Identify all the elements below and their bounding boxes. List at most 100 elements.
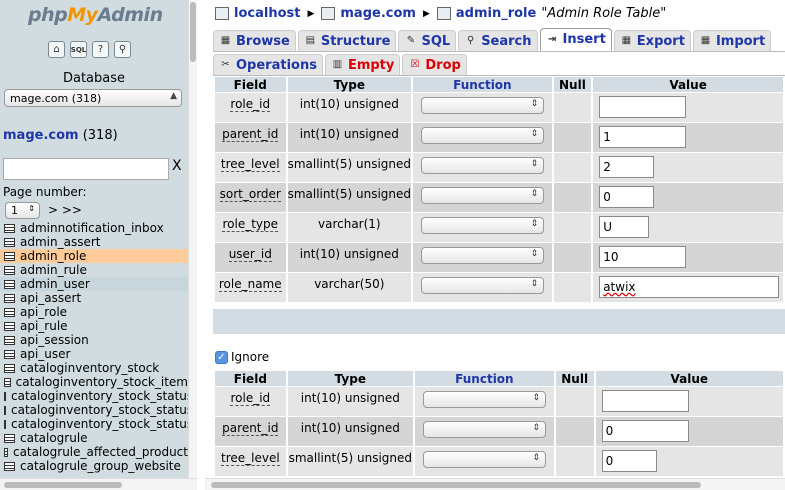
tab-browse[interactable]: ▦ Browse	[213, 30, 296, 51]
value-input[interactable]: 0	[601, 420, 689, 442]
sidebar-table-name[interactable]: api_user	[20, 347, 70, 361]
table-icon[interactable]	[4, 377, 11, 387]
function-select[interactable]: ⇕	[421, 157, 545, 174]
sidebar-table-name[interactable]: cataloginventory_stock_status	[11, 389, 188, 403]
sidebar-table-item[interactable]: catalogrule	[0, 431, 188, 445]
sidebar-table-name[interactable]: admin_assert	[20, 235, 100, 249]
sidebar-table-item[interactable]: admin_role	[0, 249, 188, 263]
sidebar-table-item[interactable]: admin_rule	[0, 263, 188, 277]
sidebar-table-item[interactable]: api_session	[0, 333, 188, 347]
function-select[interactable]: ⇕	[421, 217, 545, 234]
value-input[interactable]: atwix	[599, 276, 780, 298]
sidebar-table-name[interactable]: cataloginventory_stock_status	[11, 403, 188, 417]
sidebar-table-name[interactable]: admin_role	[20, 249, 86, 263]
tab-export[interactable]: ▦ Export	[613, 30, 691, 51]
table-icon[interactable]	[4, 405, 6, 415]
sidebar-table-item[interactable]: api_user	[0, 347, 188, 361]
sidebar-table-item[interactable]: api_assert	[0, 291, 188, 305]
sidebar-table-item[interactable]: cataloginventory_stock	[0, 361, 188, 375]
tab-search[interactable]: ⚲ Search	[458, 30, 538, 51]
function-select[interactable]: ⇕	[421, 97, 545, 114]
table-icon[interactable]	[4, 391, 6, 401]
table-icon[interactable]	[4, 279, 15, 289]
breadcrumb-table[interactable]: admin_role	[456, 6, 536, 21]
sidebar-table-name[interactable]: admin_rule	[20, 263, 87, 277]
sidebar-table-item[interactable]: cataloginventory_stock_status	[0, 417, 188, 431]
function-select[interactable]: ⇕	[422, 391, 546, 408]
sidebar-table-item[interactable]: adminnotification_inbox	[0, 221, 188, 235]
sidebar-table-name[interactable]: cataloginventory_stock_item	[16, 375, 188, 389]
table-icon[interactable]	[4, 433, 15, 443]
scroll-thumb[interactable]	[4, 482, 122, 488]
function-select[interactable]: ⇕	[421, 277, 545, 294]
sidebar-table-name[interactable]: adminnotification_inbox	[20, 221, 164, 235]
table-icon[interactable]	[4, 265, 15, 275]
table-icon[interactable]	[4, 447, 8, 457]
sidebar-table-name[interactable]: admin_user	[20, 277, 90, 291]
function-select[interactable]: ⇕	[421, 187, 545, 204]
value-input[interactable]: 0	[599, 186, 655, 208]
page-next-link[interactable]: > >>	[48, 203, 82, 217]
clear-filter-button[interactable]: X	[172, 158, 182, 174]
sidebar-table-item[interactable]: admin_user	[0, 277, 188, 291]
function-select[interactable]: ⇕	[422, 421, 546, 438]
value-input[interactable]: 10	[599, 246, 687, 268]
database-link[interactable]: mage.com (318)	[3, 128, 118, 143]
value-input[interactable]: 2	[599, 156, 655, 178]
value-input[interactable]	[599, 96, 687, 118]
page-number-select[interactable]: 1 ⇕	[5, 202, 40, 219]
value-input[interactable]: 1	[599, 126, 687, 148]
sidebar-table-item[interactable]: api_role	[0, 305, 188, 319]
sidebar-table-item[interactable]: cataloginventory_stock_item	[0, 375, 188, 389]
help-icon[interactable]: ?	[92, 41, 109, 58]
database-select[interactable]: mage.com (318) ▲	[4, 89, 182, 107]
sidebar-table-name[interactable]: cataloginventory_stock_status	[11, 417, 188, 431]
sidebar-table-item[interactable]: cataloginventory_stock_status	[0, 389, 188, 403]
table-icon[interactable]	[4, 321, 15, 331]
sidebar-table-name[interactable]: api_rule	[20, 319, 68, 333]
sidebar-table-item[interactable]: catalogrule_affected_product	[0, 445, 188, 459]
table-icon[interactable]	[4, 293, 15, 303]
table-icon[interactable]	[4, 251, 15, 261]
sidebar-table-item[interactable]: catalogrule_group_website	[0, 459, 188, 473]
table-icon[interactable]	[4, 237, 15, 247]
sidebar-table-name[interactable]: catalogrule	[20, 431, 88, 445]
phpmyadmin-logo[interactable]: phpMyAdmin	[28, 4, 163, 26]
value-input[interactable]	[601, 390, 689, 412]
table-icon[interactable]	[4, 419, 6, 429]
table-icon[interactable]	[4, 461, 15, 471]
header-function[interactable]: Function	[414, 371, 554, 386]
ignore-checkbox-row[interactable]: ✓ Ignore	[215, 350, 269, 364]
sidebar-vertical-scrollbar[interactable]	[188, 0, 197, 478]
tab-insert[interactable]: ⇥ Insert	[539, 28, 612, 51]
breadcrumb-server[interactable]: localhost	[234, 6, 300, 21]
scroll-thumb[interactable]	[190, 2, 196, 62]
home-icon[interactable]: ⌂	[48, 41, 65, 58]
tab-sql[interactable]: ✎ SQL	[398, 30, 457, 51]
docs-icon[interactable]: ⚲	[114, 41, 131, 58]
sql-query-icon[interactable]: SQL	[70, 41, 87, 58]
sidebar-table-name[interactable]: api_role	[20, 305, 67, 319]
table-icon[interactable]	[4, 363, 15, 373]
scroll-thumb[interactable]	[211, 482, 701, 488]
sidebar-table-name[interactable]: api_session	[20, 333, 89, 347]
table-icon[interactable]	[4, 349, 15, 359]
table-icon[interactable]	[4, 223, 15, 233]
sidebar-table-item[interactable]: cataloginventory_stock_status	[0, 403, 188, 417]
tab-empty[interactable]: ▥ Empty	[324, 54, 401, 75]
sidebar-table-name[interactable]: cataloginventory_stock	[20, 361, 159, 375]
sidebar-table-name[interactable]: api_assert	[20, 291, 81, 305]
main-horizontal-scrollbar[interactable]	[205, 478, 785, 490]
value-input[interactable]: U	[599, 216, 650, 238]
tab-import[interactable]: ▦ Import	[692, 30, 772, 51]
function-select[interactable]: ⇕	[422, 451, 546, 468]
sidebar-table-name[interactable]: catalogrule_affected_product	[13, 445, 188, 459]
tab-structure[interactable]: ▤ Structure	[297, 30, 397, 51]
sidebar-table-name[interactable]: catalogrule_group_website	[20, 459, 181, 473]
sidebar-table-item[interactable]: api_rule	[0, 319, 188, 333]
table-icon[interactable]	[4, 335, 15, 345]
function-select[interactable]: ⇕	[421, 247, 545, 264]
table-filter-input[interactable]	[3, 158, 169, 180]
sidebar-table-item[interactable]: admin_assert	[0, 235, 188, 249]
ignore-checkbox[interactable]: ✓	[215, 350, 228, 364]
